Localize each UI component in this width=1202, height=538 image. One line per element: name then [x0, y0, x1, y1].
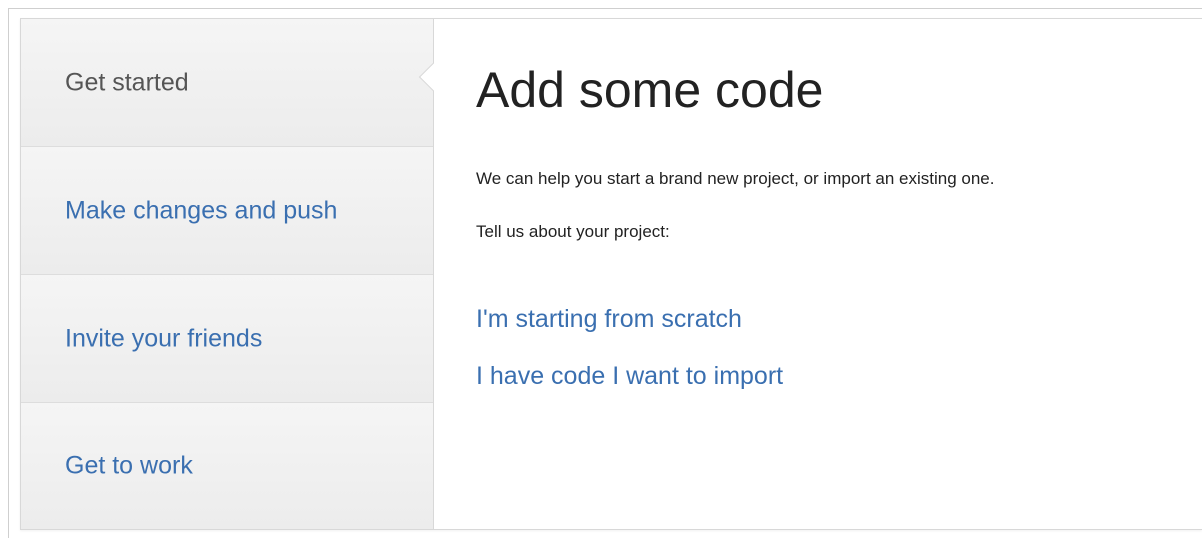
main-content: Add some code We can help you start a br… — [434, 19, 1202, 529]
import-code-link[interactable]: I have code I want to import — [476, 362, 783, 391]
intro-text: We can help you start a brand new projec… — [476, 169, 995, 188]
step-invite-your-friends[interactable]: Invite your friends — [21, 275, 433, 403]
step-get-to-work[interactable]: Get to work — [21, 403, 433, 529]
step-label: Get started — [65, 68, 189, 96]
step-label: Invite your friends — [65, 324, 263, 352]
step-get-started[interactable]: Get started — [21, 19, 433, 147]
step-label: Get to work — [65, 451, 193, 480]
step-make-changes-and-push[interactable]: Make changes and push — [21, 147, 433, 275]
onboarding-panel: Get started Make changes and push Invite… — [20, 18, 1202, 530]
project-prompt-text: Tell us about your project: — [476, 222, 670, 241]
step-label: Make changes and push — [65, 196, 338, 224]
start-from-scratch-link[interactable]: I'm starting from scratch — [476, 305, 742, 334]
page: Get started Make changes and push Invite… — [0, 0, 1202, 538]
steps-sidebar: Get started Make changes and push Invite… — [21, 19, 448, 529]
page-title: Add some code — [476, 62, 824, 118]
